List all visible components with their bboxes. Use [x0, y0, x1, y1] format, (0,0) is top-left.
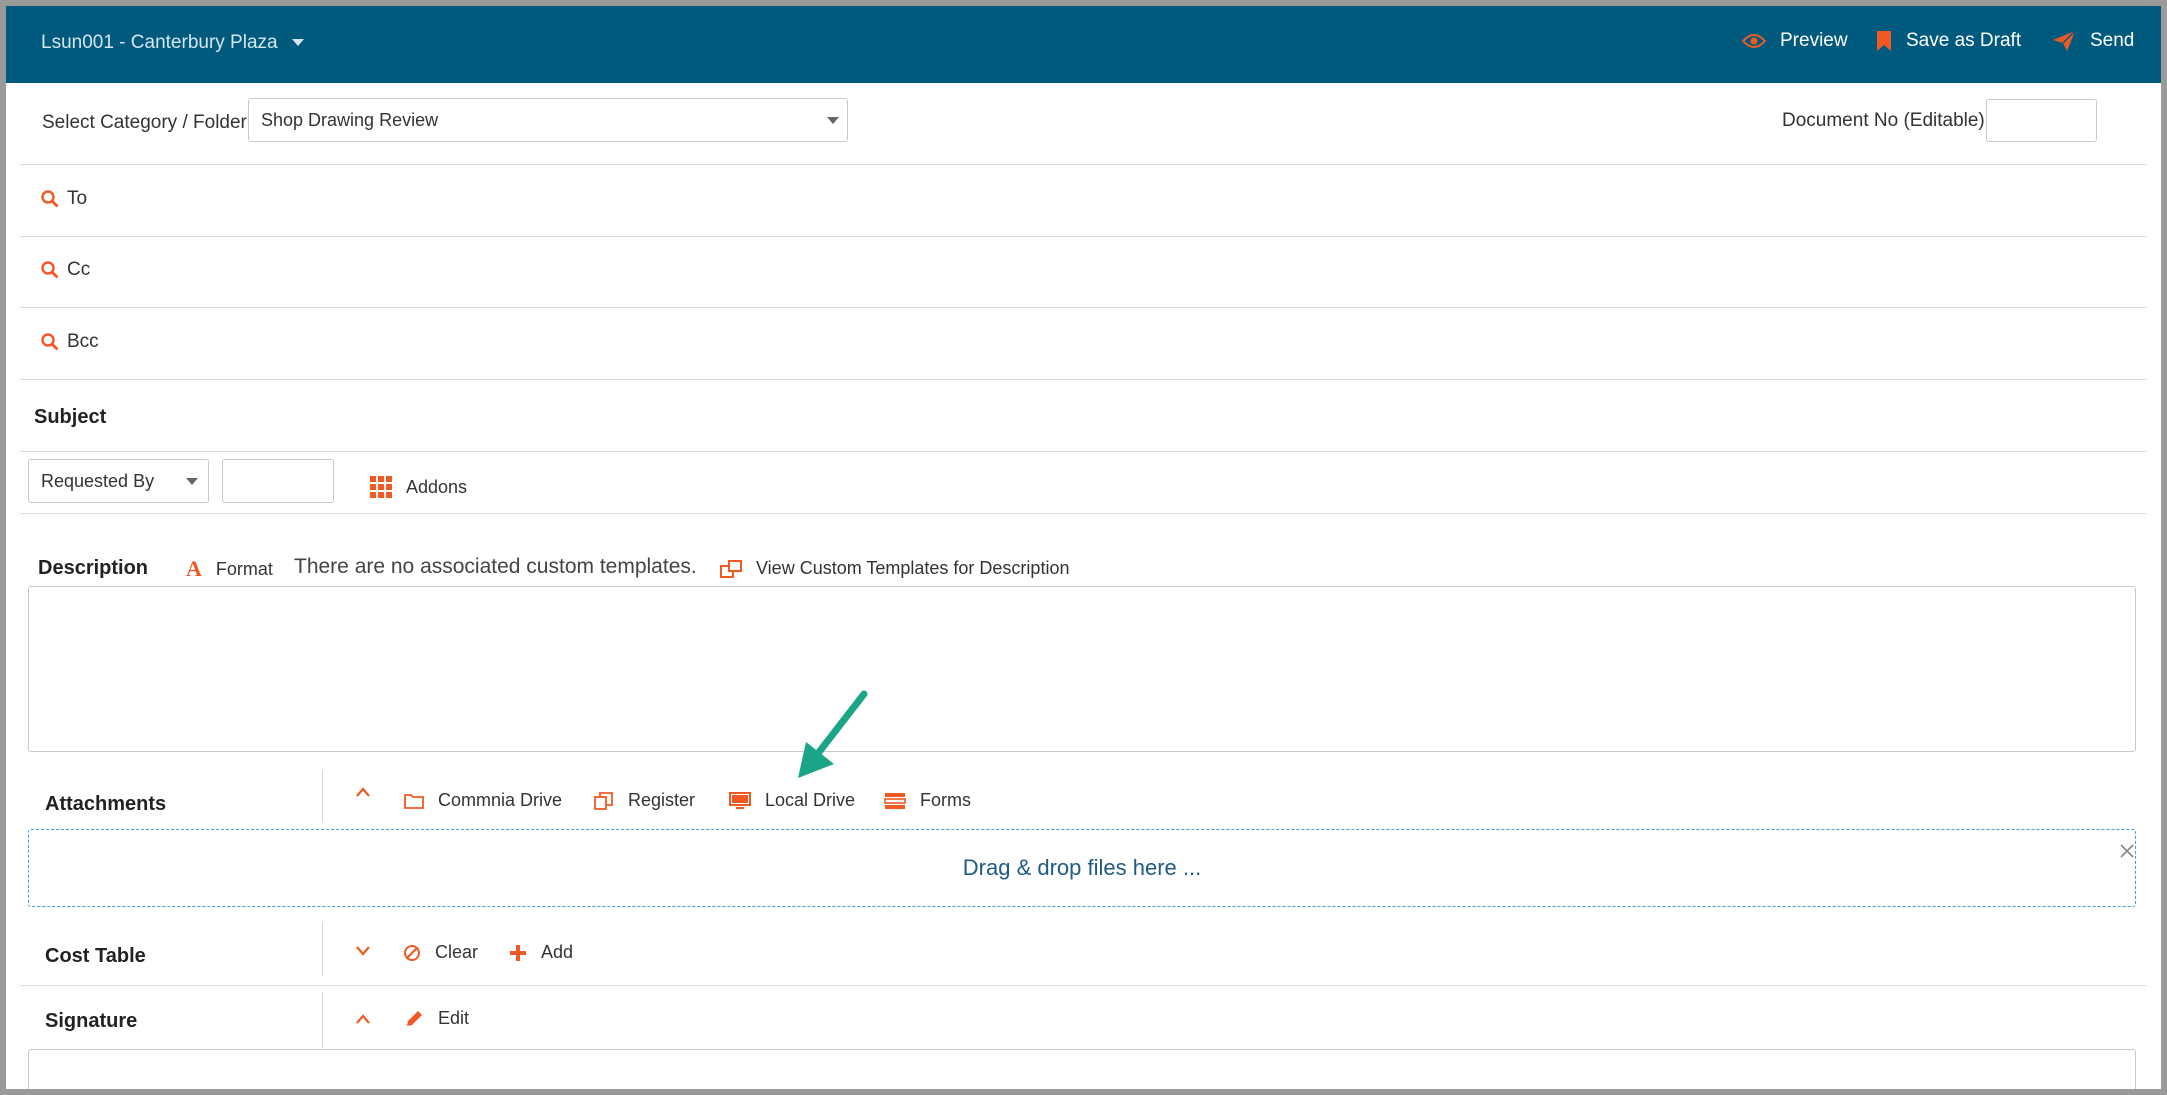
- subject-field[interactable]: Subject: [34, 406, 106, 429]
- search-icon[interactable]: [41, 261, 59, 279]
- commnia-drive-label: Commnia Drive: [438, 790, 563, 810]
- signature-editor[interactable]: [28, 1049, 2136, 1089]
- chevron-down-icon: [827, 117, 839, 124]
- form-list-icon: [884, 792, 906, 809]
- divider: [20, 513, 2147, 514]
- search-icon[interactable]: [41, 333, 59, 351]
- view-templates-button[interactable]: View Custom Templates for Description: [720, 558, 1069, 579]
- preview-label: Preview: [1780, 30, 1848, 51]
- chevron-down-icon: [186, 478, 198, 485]
- commnia-drive-button[interactable]: Commnia Drive: [404, 790, 562, 811]
- local-drive-label: Local Drive: [765, 790, 856, 810]
- divider: [20, 236, 2147, 237]
- register-label: Register: [628, 790, 696, 810]
- format-button[interactable]: A Format: [186, 556, 273, 582]
- addons-button[interactable]: Addons: [370, 476, 467, 498]
- send-button[interactable]: Send: [2052, 30, 2134, 52]
- divider: [20, 307, 2147, 308]
- top-bar: Lsun001 - Canterbury Plaza Preview Save …: [6, 6, 2161, 83]
- dropzone-text: Drag & drop files here ...: [962, 855, 1202, 880]
- preview-button[interactable]: Preview: [1742, 30, 1848, 52]
- no-templates-message: There are no associated custom templates…: [294, 555, 697, 578]
- font-icon: A: [186, 556, 202, 581]
- project-selector[interactable]: Lsun001 - Canterbury Plaza: [41, 32, 278, 54]
- copy-icon: [594, 791, 613, 810]
- add-label: Add: [541, 942, 574, 962]
- edit-button[interactable]: Edit: [404, 1008, 469, 1029]
- category-value: Shop Drawing Review: [261, 109, 439, 130]
- clear-button[interactable]: Clear: [403, 942, 478, 963]
- ban-icon: [404, 944, 420, 961]
- annotation-arrow-icon: [798, 690, 868, 778]
- view-templates-label: View Custom Templates for Description: [756, 558, 1070, 578]
- description-editor[interactable]: [28, 586, 2136, 752]
- requested-by-value: Requested By: [41, 470, 155, 491]
- save-draft-button[interactable]: Save as Draft: [1876, 30, 2021, 52]
- cost-table-label: Cost Table: [45, 945, 146, 967]
- divider: [20, 379, 2147, 380]
- divider: [20, 451, 2147, 452]
- chevron-down-icon[interactable]: [355, 944, 371, 956]
- pencil-icon: [407, 1010, 422, 1026]
- divider: [20, 985, 2147, 986]
- requested-by-input[interactable]: [222, 459, 334, 503]
- compose-window: Lsun001 - Canterbury Plaza Preview Save …: [6, 6, 2161, 1089]
- divider: [322, 992, 323, 1048]
- paper-plane-icon: [2053, 30, 2076, 51]
- signature-label: Signature: [45, 1010, 138, 1032]
- clear-label: Clear: [435, 942, 479, 962]
- category-select[interactable]: Shop Drawing Review: [248, 98, 848, 142]
- bookmark-icon: [1877, 31, 1891, 51]
- format-label: Format: [215, 558, 273, 579]
- register-button[interactable]: Register: [594, 790, 695, 811]
- add-button[interactable]: Add: [509, 942, 573, 963]
- to-field[interactable]: To: [67, 188, 87, 210]
- description-label: Description: [38, 557, 149, 579]
- local-drive-button[interactable]: Local Drive: [729, 790, 855, 811]
- external-window-icon: [720, 559, 742, 578]
- document-no-label: Document No (Editable):: [1782, 110, 1991, 131]
- chevron-up-icon[interactable]: [355, 1013, 371, 1025]
- close-icon[interactable]: [2119, 843, 2135, 859]
- chevron-down-icon[interactable]: [292, 39, 304, 46]
- divider: [322, 770, 323, 822]
- folder-icon: [404, 793, 424, 809]
- forms-button[interactable]: Forms: [884, 790, 971, 811]
- plus-icon: [510, 944, 526, 961]
- divider: [322, 922, 323, 976]
- eye-icon: [1742, 34, 1766, 48]
- forms-label: Forms: [920, 790, 971, 810]
- category-label: Select Category / Folder: [42, 112, 247, 133]
- requested-by-select[interactable]: Requested By: [28, 459, 209, 503]
- save-draft-label: Save as Draft: [1906, 30, 2022, 51]
- file-dropzone[interactable]: Drag & drop files here ...: [28, 829, 2136, 907]
- attachments-label: Attachments: [45, 793, 167, 815]
- bcc-field[interactable]: Bcc: [67, 331, 99, 353]
- addons-label: Addons: [406, 476, 468, 497]
- grid-icon: [370, 476, 392, 498]
- monitor-icon: [729, 791, 751, 809]
- send-label: Send: [2090, 30, 2135, 51]
- document-no-input[interactable]: [1986, 99, 2097, 142]
- search-icon[interactable]: [41, 190, 59, 208]
- divider: [20, 164, 2147, 165]
- edit-label: Edit: [438, 1008, 470, 1028]
- cc-field[interactable]: Cc: [67, 259, 90, 281]
- chevron-up-icon[interactable]: [355, 786, 371, 798]
